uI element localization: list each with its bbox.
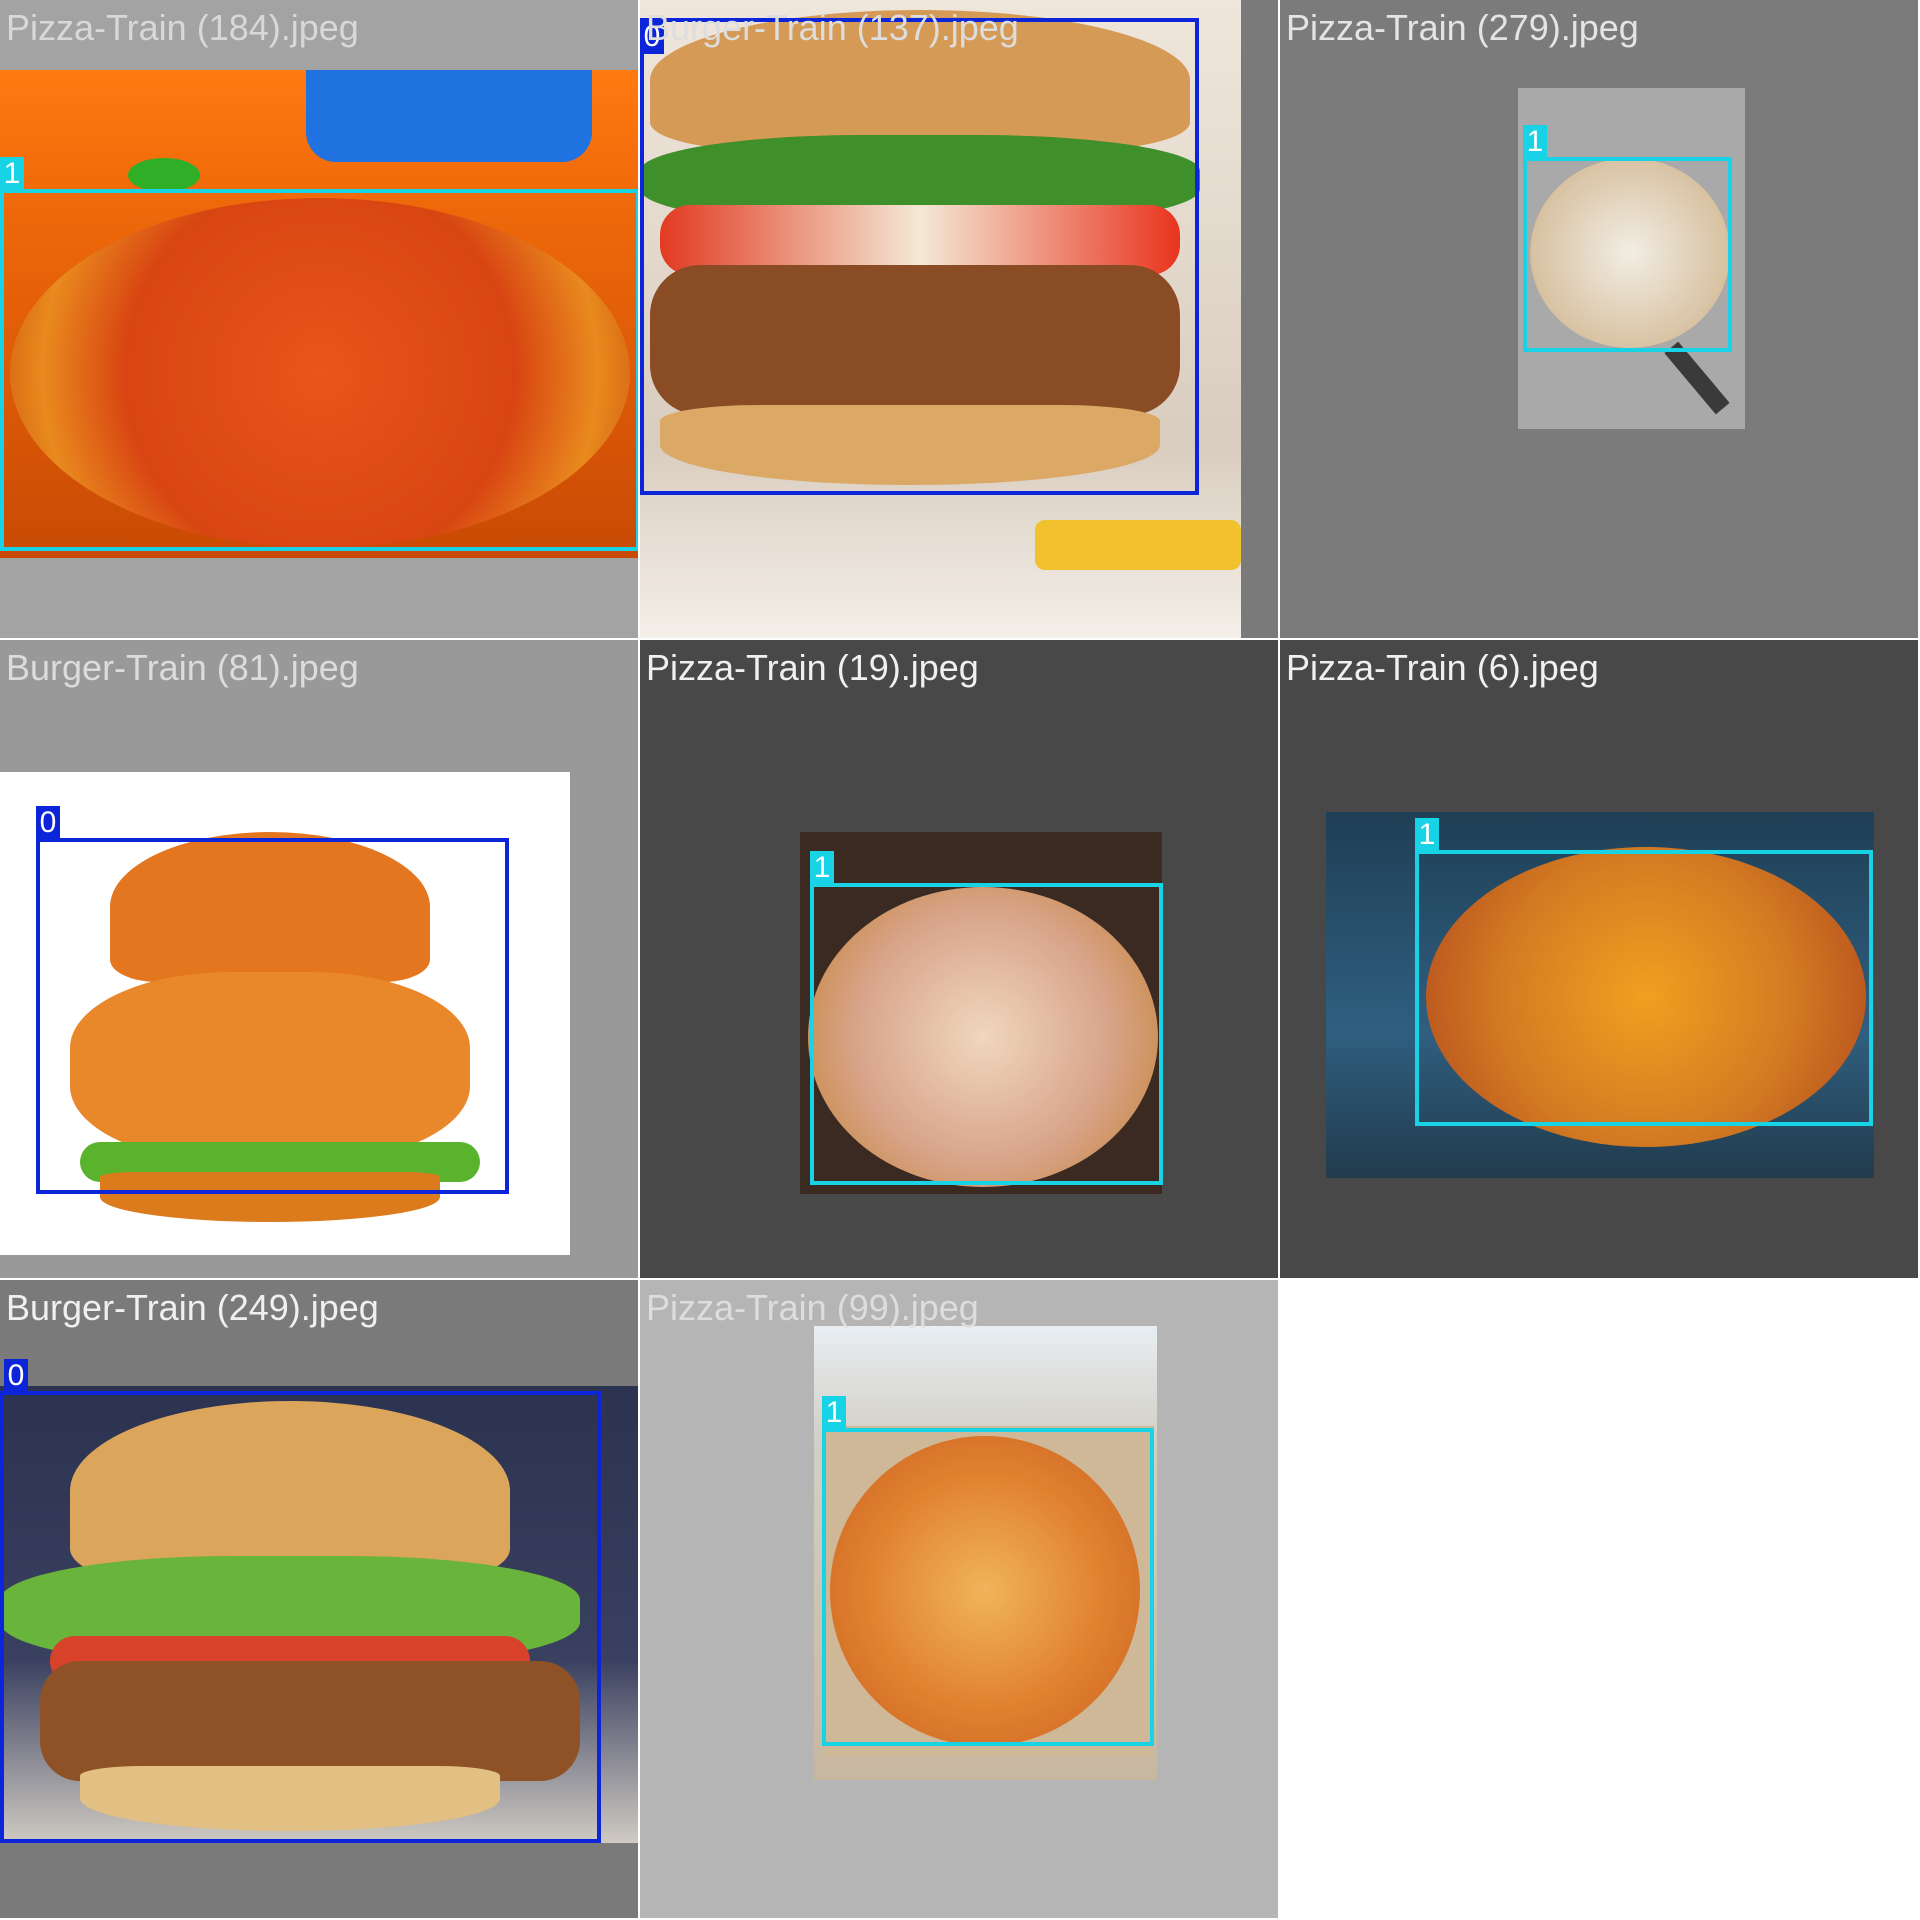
- bounding-box: 1: [1523, 125, 1732, 352]
- bounding-box: 1: [1415, 818, 1873, 1126]
- class-label: 1: [810, 851, 834, 885]
- mosaic-tile: Pizza-Train (99).jpeg 1: [640, 1280, 1278, 1918]
- bounding-box: 1: [822, 1396, 1154, 1746]
- mosaic-tile: Burger-Train (137).jpeg 0: [640, 0, 1278, 638]
- green-object: [128, 158, 200, 192]
- tile-filename: Pizza-Train (184).jpeg: [6, 7, 359, 48]
- tile-filename: Burger-Train (81).jpeg: [6, 647, 359, 688]
- mosaic-tile: Pizza-Train (6).jpeg 1: [1280, 640, 1918, 1278]
- mosaic-tile: Pizza-Train (19).jpeg 1: [640, 640, 1278, 1278]
- mosaic-tile: Burger-Train (81).jpeg 0: [0, 640, 638, 1278]
- tile-filename: Pizza-Train (19).jpeg: [646, 647, 979, 688]
- fries: [1035, 520, 1241, 570]
- tile-filename: Burger-Train (249).jpeg: [6, 1287, 379, 1328]
- tile-filename: Pizza-Train (99).jpeg: [646, 1287, 979, 1328]
- empty-mosaic-cell: [1280, 1280, 1920, 1920]
- blue-box-object: [306, 70, 592, 162]
- mosaic-tile: Pizza-Train (279).jpeg 1: [1280, 0, 1918, 638]
- bounding-box: 1: [810, 851, 1163, 1185]
- pizza-cutter-handle: [1664, 341, 1730, 415]
- grid-divider: [0, 1278, 1280, 1280]
- tile-filename: Pizza-Train (6).jpeg: [1286, 647, 1599, 688]
- class-label: 0: [4, 1359, 28, 1393]
- grid-divider: [1278, 0, 1280, 1280]
- class-label: 1: [0, 157, 24, 191]
- class-label: 0: [36, 806, 60, 840]
- class-label: 1: [1523, 125, 1547, 159]
- mosaic-tile: Pizza-Train (184).jpeg 1: [0, 0, 638, 638]
- tile-filename: Burger-Train (137).jpeg: [646, 7, 1019, 48]
- mosaic-tile: Burger-Train (249).jpeg 0: [0, 1280, 638, 1918]
- class-label: 1: [822, 1396, 846, 1430]
- grid-divider: [0, 638, 1920, 640]
- tile-filename: Pizza-Train (279).jpeg: [1286, 7, 1639, 48]
- bounding-box: 0: [640, 18, 1199, 495]
- training-batch-mosaic: Pizza-Train (184).jpeg 1 Burger-Train (1…: [0, 0, 1920, 1920]
- bounding-box: 0: [36, 806, 509, 1194]
- class-label: 1: [1415, 818, 1439, 852]
- bounding-box: 0: [0, 1359, 601, 1843]
- bounding-box: 1: [0, 157, 638, 551]
